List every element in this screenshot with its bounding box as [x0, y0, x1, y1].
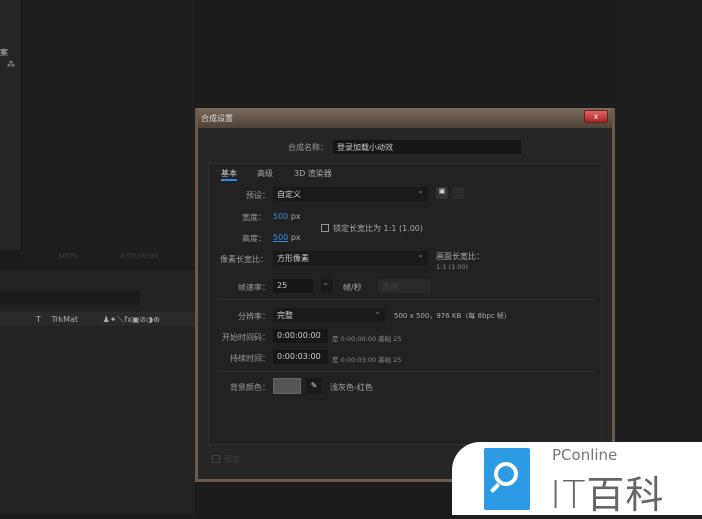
drop-frame-dropdown[interactable]: 丢帧 [378, 279, 430, 293]
name-label: 合成名称： [288, 143, 328, 152]
duration-input[interactable]: 0:00:03:00 [273, 350, 328, 364]
watermark-brand: PConline [552, 446, 618, 464]
bg-color-label: 背景颜色： [230, 383, 270, 392]
watermark: PConline IT百科 [452, 442, 702, 517]
par-label: 像素长宽比： [220, 255, 268, 264]
timeline-header: T TrkMat ♟✦＼fx▣⊘◑⊛ [0, 312, 195, 326]
height-value[interactable]: 500 [273, 233, 288, 242]
eyedropper-icon[interactable]: ✎ [306, 378, 322, 394]
composition-settings-dialog: 合成设置 x 合成名称： 登录加载小动效 基本 高级 3D 渲染器 预设： 自定… [195, 108, 615, 482]
left-panel [0, 0, 22, 250]
resolution-dropdown[interactable]: 完整 [273, 307, 385, 322]
delete-preset-button[interactable] [452, 187, 464, 199]
duration-info: 是 0:00:03:00 基础 25 [332, 356, 402, 364]
name-input[interactable]: 登录加载小动效 [333, 140, 521, 154]
resolution-info: 500 x 500，976 KB（每 8bpc 帧） [394, 312, 511, 320]
start-timecode-info: 是 0:00:00:00 基础 25 [332, 335, 402, 343]
par-dropdown[interactable]: 方形像素 [273, 250, 428, 265]
duration-label: 持续时间： [230, 354, 270, 363]
viewer-toolbar: 100% 0:00:00:00 [22, 250, 194, 264]
switches-icons: ♟✦＼fx▣⊘◑⊛ [102, 315, 160, 324]
height-row: 500 px [273, 233, 301, 242]
timeline-search[interactable] [0, 291, 140, 305]
width-unit: px [290, 212, 301, 221]
preview-checkbox[interactable] [212, 455, 220, 463]
preset-label: 预设： [246, 191, 270, 200]
layer-mode: T [36, 315, 41, 324]
fps-input[interactable]: 25 [273, 279, 313, 293]
dialog-title: 合成设置 [198, 108, 612, 128]
width-label: 宽度： [242, 213, 266, 222]
divider [218, 371, 593, 372]
width-row: 500 px [273, 212, 301, 221]
tab-advanced[interactable]: 高级 [257, 168, 273, 179]
start-timecode-input[interactable]: 0:00:00:00 [273, 329, 328, 343]
fps-dropdown[interactable] [321, 278, 333, 293]
bg-color-swatch[interactable] [273, 378, 301, 394]
timeline-panel [0, 270, 195, 515]
close-button[interactable]: x [584, 110, 608, 123]
frame-aspect-label: 画面长宽比： [436, 252, 484, 261]
fps-unit: 帧/秒 [343, 283, 362, 292]
preset-dropdown[interactable]: 自定义 [273, 186, 428, 201]
resolution-label: 分辨率： [238, 312, 270, 321]
height-label: 高度： [242, 234, 266, 243]
settings-panel: 基本 高级 3D 渲染器 [208, 163, 602, 445]
left-panel-label: 案 [0, 48, 8, 57]
preview-label: 预览 [224, 455, 240, 464]
lock-aspect-label: 锁定长宽比为 1:1 (1.00) [333, 224, 424, 233]
viewer-panel [22, 0, 194, 250]
frame-aspect-value: 1:1 (1.00) [436, 263, 469, 271]
magnifier-logo-icon [484, 448, 530, 510]
tab-3d-renderer[interactable]: 3D 渲染器 [294, 168, 332, 179]
bg-color-name: 浅灰色-红色 [330, 383, 373, 392]
start-timecode-label: 开始时间码： [222, 333, 270, 342]
zoom-level[interactable]: 100% [58, 252, 78, 260]
save-preset-button[interactable]: ▣ [436, 187, 448, 199]
right-panel [615, 0, 702, 515]
watermark-name: IT百科 [550, 473, 665, 517]
timecode[interactable]: 0:00:00:00 [120, 252, 158, 260]
fps-label: 帧速率： [238, 283, 270, 292]
lock-aspect-checkbox[interactable] [321, 224, 329, 232]
width-value[interactable]: 500 [273, 212, 288, 221]
trkmat-label: TrkMat [51, 315, 79, 324]
hierarchy-icon[interactable]: ⁂ [7, 60, 15, 69]
tab-basic[interactable]: 基本 [221, 168, 237, 181]
height-unit: px [290, 233, 301, 242]
divider [218, 299, 593, 300]
